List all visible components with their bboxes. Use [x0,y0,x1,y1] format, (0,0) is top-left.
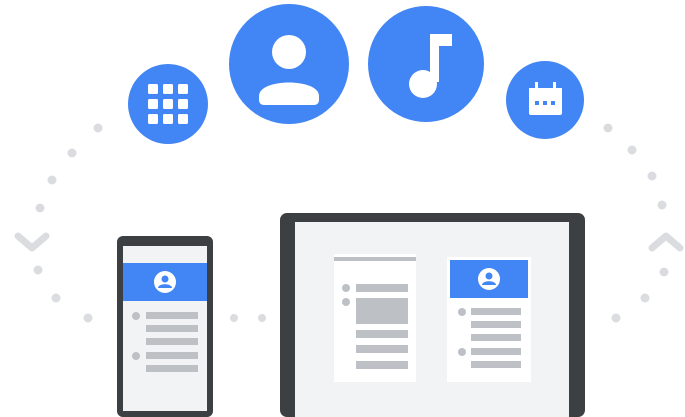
tablet-list-card [334,254,416,382]
sync-dots-right [603,123,669,323]
tablet-profile-card [447,257,531,382]
illustration-canvas [14,4,684,417]
calendar-icon [506,61,584,139]
sync-illustration [0,0,685,417]
sync-dots-left [33,123,103,323]
chevron-up-icon [648,232,684,252]
chevron-down-icon [14,232,50,252]
music-note-icon [368,6,484,122]
tablet-device [280,213,585,417]
apps-grid-icon [128,64,208,144]
account-icon [229,4,349,124]
phone-device [117,236,213,417]
connector-dots [230,314,266,322]
